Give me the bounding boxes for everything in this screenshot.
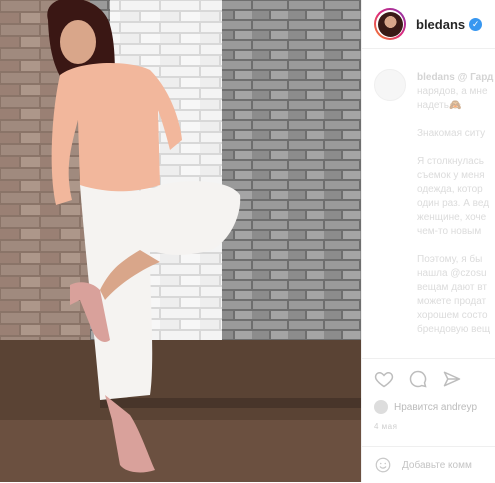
verified-badge-icon: ✓ [469, 17, 483, 31]
liker-avatar [374, 400, 388, 414]
post-photo-image [0, 0, 361, 482]
post-date: 4 мая [374, 422, 398, 431]
comment-icon[interactable] [408, 369, 428, 389]
post-actions [362, 358, 495, 399]
post-side-panel: bledans ✓ bledans @ Гард нарядов, а мне … [361, 0, 495, 482]
share-icon[interactable] [442, 369, 462, 389]
heart-icon[interactable] [374, 369, 394, 389]
panel-overlay [362, 49, 495, 358]
add-comment-bar: Добавьте комм [362, 446, 495, 483]
caption-area: bledans @ Гард нарядов, а мне надеть🙈 Зн… [362, 49, 495, 358]
emoji-icon[interactable] [374, 456, 392, 474]
add-comment-input[interactable]: Добавьте комм [402, 460, 472, 471]
post-header: bledans ✓ [362, 0, 495, 49]
username-link[interactable]: bledans [416, 17, 465, 32]
post-photo[interactable] [0, 0, 361, 482]
profile-avatar[interactable] [374, 8, 406, 40]
likes-text: Нравится andreyp [394, 401, 478, 413]
likes-summary[interactable]: Нравится andreyp [374, 400, 477, 414]
